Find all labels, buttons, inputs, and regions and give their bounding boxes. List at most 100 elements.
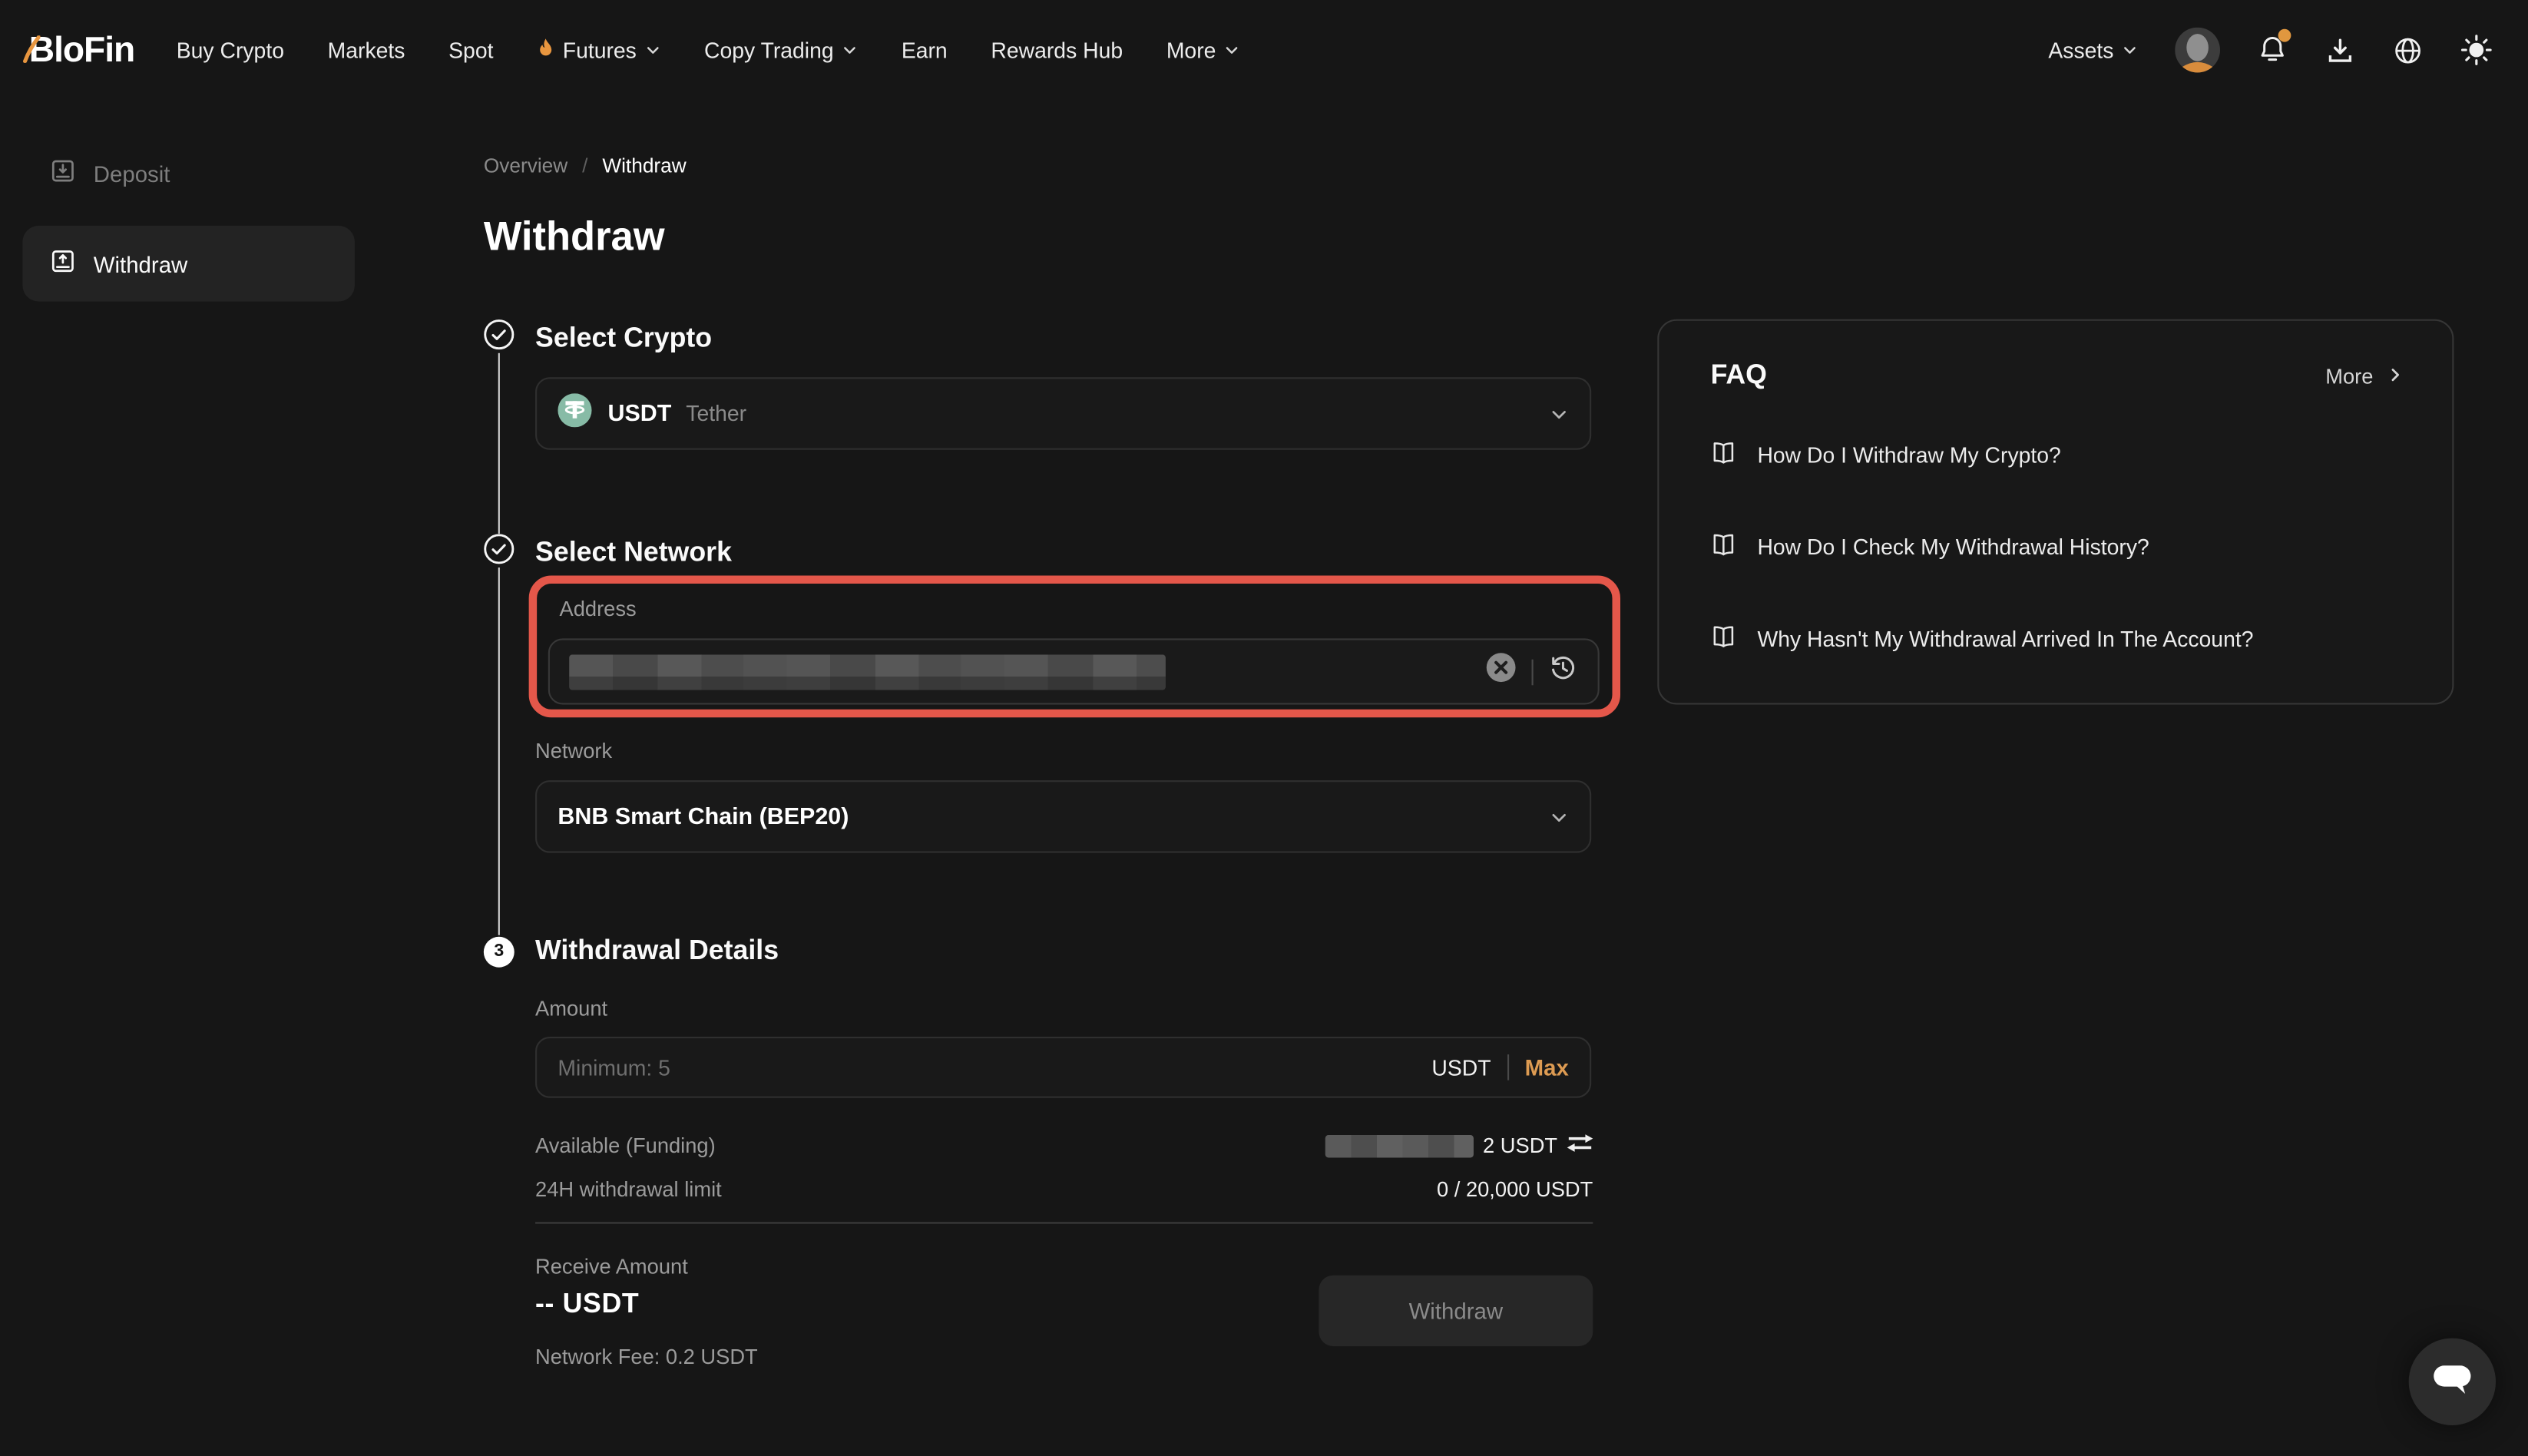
notification-badge — [2278, 29, 2291, 42]
breadcrumb-current: Withdraw — [602, 155, 686, 177]
transfer-swap-icon[interactable] — [1567, 1133, 1593, 1157]
amount-field: USDT Max — [535, 1037, 1591, 1098]
nav-label: Buy Crypto — [177, 38, 284, 61]
withdraw-icon — [50, 248, 76, 279]
step2-title: Select Network — [535, 537, 732, 569]
book-icon — [1711, 623, 1737, 654]
logo-flame-accent — [22, 31, 40, 73]
step1-title: Select Crypto — [535, 323, 712, 355]
step2-check-icon — [484, 534, 515, 572]
sidebar-item-label: Withdraw — [94, 250, 188, 276]
receive-amount-value: -- USDT — [535, 1289, 639, 1321]
nav-buy-crypto[interactable]: Buy Crypto — [177, 38, 284, 61]
available-value: 2 USDT — [1483, 1133, 1557, 1157]
withdraw-page: BloFin Buy Crypto Markets Spot Futures C… — [0, 0, 2528, 1456]
nav-label: Copy Trading — [704, 38, 834, 61]
divider — [535, 1222, 1593, 1223]
blofin-logo[interactable]: BloFin — [29, 29, 134, 71]
limit-label: 24H withdrawal limit — [535, 1177, 722, 1201]
crypto-name: Tether — [686, 402, 746, 425]
nav-label: Earn — [902, 38, 948, 61]
divider — [1532, 659, 1534, 685]
nav-markets[interactable]: Markets — [328, 38, 405, 61]
address-highlight-box: Address — [529, 576, 1620, 718]
faq-item-withdraw-crypto[interactable]: How Do I Withdraw My Crypto? — [1711, 434, 2414, 476]
max-button[interactable]: Max — [1525, 1054, 1569, 1080]
step-connector-line — [498, 568, 500, 935]
breadcrumb-separator: / — [582, 155, 587, 177]
redacted-address-value — [569, 654, 1166, 689]
faq-item-label: How Do I Withdraw My Crypto? — [1757, 442, 2060, 466]
step1-check-icon — [484, 319, 515, 358]
chevron-down-icon — [2122, 38, 2138, 61]
chevron-right-icon — [2386, 363, 2404, 387]
nav-label: Rewards Hub — [991, 38, 1123, 61]
limit-value: 0 / 20,000 USDT — [1437, 1177, 1593, 1201]
assets-label: Assets — [2048, 38, 2113, 61]
network-select[interactable]: BNB Smart Chain (BEP20) — [535, 780, 1591, 852]
download-app-icon[interactable] — [2325, 35, 2355, 65]
faq-item-withdrawal-not-arrived[interactable]: Why Hasn't My Withdrawal Arrived In The … — [1711, 617, 2414, 660]
nav-copy-trading[interactable]: Copy Trading — [704, 38, 858, 61]
page-title: Withdraw — [484, 214, 665, 261]
book-icon — [1711, 531, 1737, 562]
chevron-down-icon — [842, 38, 858, 61]
nav-label: Futures — [563, 38, 637, 61]
network-fee-text: Network Fee: 0.2 USDT — [535, 1345, 758, 1368]
sidebar-item-withdraw[interactable]: Withdraw — [22, 226, 354, 302]
assets-menu[interactable]: Assets — [2048, 38, 2138, 61]
clear-address-icon[interactable] — [1485, 651, 1517, 691]
available-label: Available (Funding) — [535, 1133, 716, 1157]
step3-number-badge: 3 — [484, 936, 515, 967]
language-globe-icon[interactable] — [2393, 35, 2424, 65]
sidebar-item-deposit[interactable]: Deposit — [22, 135, 354, 211]
flame-icon — [537, 36, 554, 64]
faq-more-label: More — [2325, 363, 2373, 387]
redacted-balance — [1325, 1134, 1473, 1157]
step-connector-line — [498, 353, 500, 534]
sidebar-item-label: Deposit — [94, 160, 170, 187]
chevron-down-icon — [644, 38, 660, 61]
nav-label: Markets — [328, 38, 405, 61]
notifications-bell-icon[interactable] — [2257, 34, 2288, 66]
faq-item-withdrawal-history[interactable]: How Do I Check My Withdrawal History? — [1711, 525, 2414, 568]
book-icon — [1711, 439, 1737, 470]
step2-header: Select Network — [484, 534, 732, 572]
breadcrumb: Overview / Withdraw — [484, 155, 687, 177]
chat-bubble-icon — [2431, 1360, 2473, 1404]
nav-futures[interactable]: Futures — [537, 36, 660, 64]
nav-rewards-hub[interactable]: Rewards Hub — [991, 38, 1123, 61]
address-input[interactable] — [548, 638, 1600, 704]
chevron-down-icon — [1550, 807, 1569, 826]
divider — [1507, 1054, 1509, 1080]
amount-unit: USDT — [1431, 1055, 1491, 1079]
network-label: Network — [535, 739, 612, 763]
withdraw-submit-button[interactable]: Withdraw — [1319, 1276, 1593, 1346]
nav-spot[interactable]: Spot — [448, 38, 493, 61]
support-chat-button[interactable] — [2409, 1339, 2496, 1425]
nav-more[interactable]: More — [1166, 38, 1240, 61]
faq-title: FAQ — [1711, 359, 1767, 392]
logo-text: BloFin — [29, 29, 134, 69]
network-value: BNB Smart Chain (BEP20) — [558, 804, 849, 830]
crypto-select[interactable]: USDT Tether — [535, 377, 1591, 449]
available-funding-row: Available (Funding) 2 USDT — [535, 1133, 1593, 1157]
chevron-down-icon — [1224, 38, 1240, 61]
receive-amount-label: Receive Amount — [535, 1254, 688, 1278]
theme-toggle-sun-icon[interactable] — [2460, 34, 2493, 66]
address-label: Address — [560, 597, 637, 620]
faq-more-link[interactable]: More — [2325, 363, 2404, 387]
tether-coin-icon — [558, 392, 591, 435]
amount-label: Amount — [535, 996, 607, 1020]
breadcrumb-overview-link[interactable]: Overview — [484, 155, 567, 177]
avatar[interactable] — [2175, 28, 2220, 73]
address-history-icon[interactable] — [1548, 652, 1579, 690]
nav-earn[interactable]: Earn — [902, 38, 948, 61]
main-nav: Buy Crypto Markets Spot Futures Copy Tra… — [177, 36, 1240, 64]
amount-input[interactable] — [558, 1055, 1431, 1079]
faq-panel: FAQ More How Do I Withdraw My Crypto? Ho… — [1657, 319, 2454, 705]
nav-label: More — [1166, 38, 1216, 61]
faq-item-label: How Do I Check My Withdrawal History? — [1757, 534, 2149, 558]
step3-title: Withdrawal Details — [535, 935, 779, 968]
address-actions — [1485, 651, 1579, 691]
